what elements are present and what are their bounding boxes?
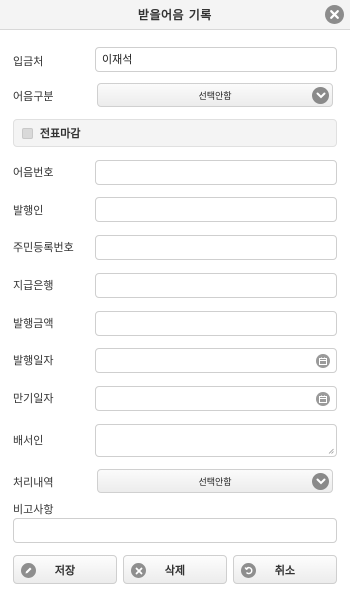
- delete-label: 삭제: [164, 563, 186, 577]
- bill-type-label: 어음구분: [13, 90, 54, 103]
- save-button[interactable]: 저장: [13, 555, 117, 584]
- endorser-textarea[interactable]: [95, 424, 337, 457]
- processing-select[interactable]: 선택안함: [97, 469, 333, 493]
- processing-label: 처리내역: [13, 476, 54, 489]
- dialog-header: 받을어음 기록: [0, 0, 350, 30]
- resident-number-label: 주민등록번호: [13, 241, 74, 254]
- save-label: 저장: [54, 563, 76, 577]
- bill-type-selected: 선택안함: [198, 91, 232, 102]
- undo-icon: [241, 563, 256, 578]
- slip-close-toggle[interactable]: 전표마감: [13, 119, 337, 147]
- due-date-label: 만기일자: [13, 392, 54, 405]
- remarks-label: 비고사항: [13, 503, 54, 516]
- bill-number-label: 어음번호: [13, 166, 54, 179]
- resident-number-input[interactable]: [95, 235, 337, 260]
- issue-date-label: 발행일자: [13, 354, 54, 367]
- close-button[interactable]: [325, 5, 344, 24]
- cancel-button[interactable]: 취소: [233, 555, 337, 584]
- close-icon: [330, 10, 339, 19]
- chevron-down-icon: [312, 87, 329, 104]
- processing-selected: 선택안함: [198, 477, 232, 488]
- calendar-icon[interactable]: [316, 354, 330, 368]
- dialog-title: 받을어음 기록: [138, 8, 212, 22]
- bill-type-select[interactable]: 선택안함: [97, 83, 333, 107]
- amount-input[interactable]: [95, 311, 337, 336]
- cancel-label: 취소: [274, 563, 296, 577]
- bill-number-input[interactable]: [95, 160, 337, 185]
- issue-date-input[interactable]: [95, 348, 337, 373]
- receiver-input[interactable]: 이재석: [95, 47, 337, 72]
- remarks-input[interactable]: [13, 518, 337, 543]
- calendar-icon[interactable]: [316, 392, 330, 406]
- paying-bank-label: 지급은행: [13, 279, 54, 292]
- resize-grip-icon[interactable]: [328, 448, 334, 454]
- pencil-icon: [21, 563, 36, 578]
- chevron-down-icon: [312, 473, 329, 490]
- issuer-label: 발행인: [13, 204, 44, 217]
- amount-label: 발행금액: [13, 317, 54, 330]
- x-circle-icon: [131, 563, 146, 578]
- paying-bank-input[interactable]: [95, 273, 337, 298]
- issuer-input[interactable]: [95, 197, 337, 222]
- due-date-input[interactable]: [95, 386, 337, 411]
- delete-button[interactable]: 삭제: [123, 555, 227, 584]
- slip-close-checkbox[interactable]: [22, 127, 33, 139]
- receiver-label: 입금처: [13, 55, 44, 68]
- endorser-label: 배서인: [13, 434, 44, 447]
- slip-close-label: 전표마감: [40, 127, 81, 140]
